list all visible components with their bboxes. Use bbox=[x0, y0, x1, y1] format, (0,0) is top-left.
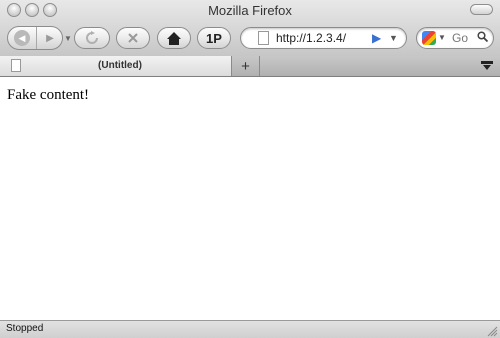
new-tab-button[interactable]: + bbox=[232, 56, 260, 76]
stop-icon bbox=[128, 33, 138, 43]
status-bar: Stopped bbox=[0, 320, 500, 338]
plus-icon: + bbox=[241, 57, 250, 75]
reload-icon bbox=[86, 31, 98, 44]
back-arrow-icon: ◀ bbox=[14, 30, 30, 46]
home-icon bbox=[167, 31, 181, 45]
content-text: Fake content! bbox=[7, 87, 90, 103]
toolbar-toggle-button[interactable] bbox=[470, 4, 493, 15]
stop-button[interactable] bbox=[116, 27, 150, 49]
go-arrow-icon[interactable]: ▶ bbox=[372, 31, 381, 45]
tab-label: (Untitled) bbox=[98, 60, 142, 71]
list-all-tabs-button[interactable] bbox=[477, 58, 497, 74]
document-icon bbox=[11, 59, 21, 72]
google-icon[interactable] bbox=[422, 31, 436, 45]
onepassword-label: 1P bbox=[206, 30, 222, 46]
page-favicon-icon bbox=[258, 31, 269, 45]
resize-grip-icon[interactable] bbox=[486, 325, 498, 337]
search-input[interactable]: Go bbox=[452, 31, 468, 45]
back-forward-group: ◀ ▶ bbox=[7, 26, 63, 50]
magnifier-icon[interactable] bbox=[477, 31, 488, 42]
forward-arrow-icon: ▶ bbox=[46, 32, 54, 44]
history-dropdown-icon[interactable]: ▼ bbox=[64, 34, 72, 43]
tab-untitled[interactable]: (Untitled) bbox=[0, 56, 232, 76]
browser-window: Mozilla Firefox ◀ ▶ ▼ 1P http://1.2.3.4/… bbox=[0, 0, 500, 338]
url-bar[interactable]: http://1.2.3.4/ ▶ ▼ bbox=[240, 27, 407, 49]
status-text: Stopped bbox=[6, 323, 44, 334]
title-toolbar: Mozilla Firefox ◀ ▶ ▼ 1P http://1.2.3.4/… bbox=[0, 0, 500, 57]
home-button[interactable] bbox=[157, 27, 191, 49]
back-button[interactable]: ◀ bbox=[8, 27, 37, 49]
page-content: Fake content! bbox=[0, 78, 500, 320]
url-dropdown-icon[interactable]: ▼ bbox=[389, 33, 398, 43]
url-input[interactable]: http://1.2.3.4/ bbox=[276, 31, 346, 45]
reload-button[interactable] bbox=[74, 27, 110, 49]
search-box[interactable]: ▼ Go bbox=[416, 27, 494, 49]
onepassword-button[interactable]: 1P bbox=[197, 27, 231, 49]
window-title: Mozilla Firefox bbox=[208, 3, 292, 18]
tab-strip: (Untitled) + bbox=[0, 56, 500, 77]
search-engine-dropdown-icon[interactable]: ▼ bbox=[438, 33, 446, 42]
forward-button[interactable]: ▶ bbox=[37, 27, 62, 49]
tab-list-icon bbox=[481, 61, 493, 70]
